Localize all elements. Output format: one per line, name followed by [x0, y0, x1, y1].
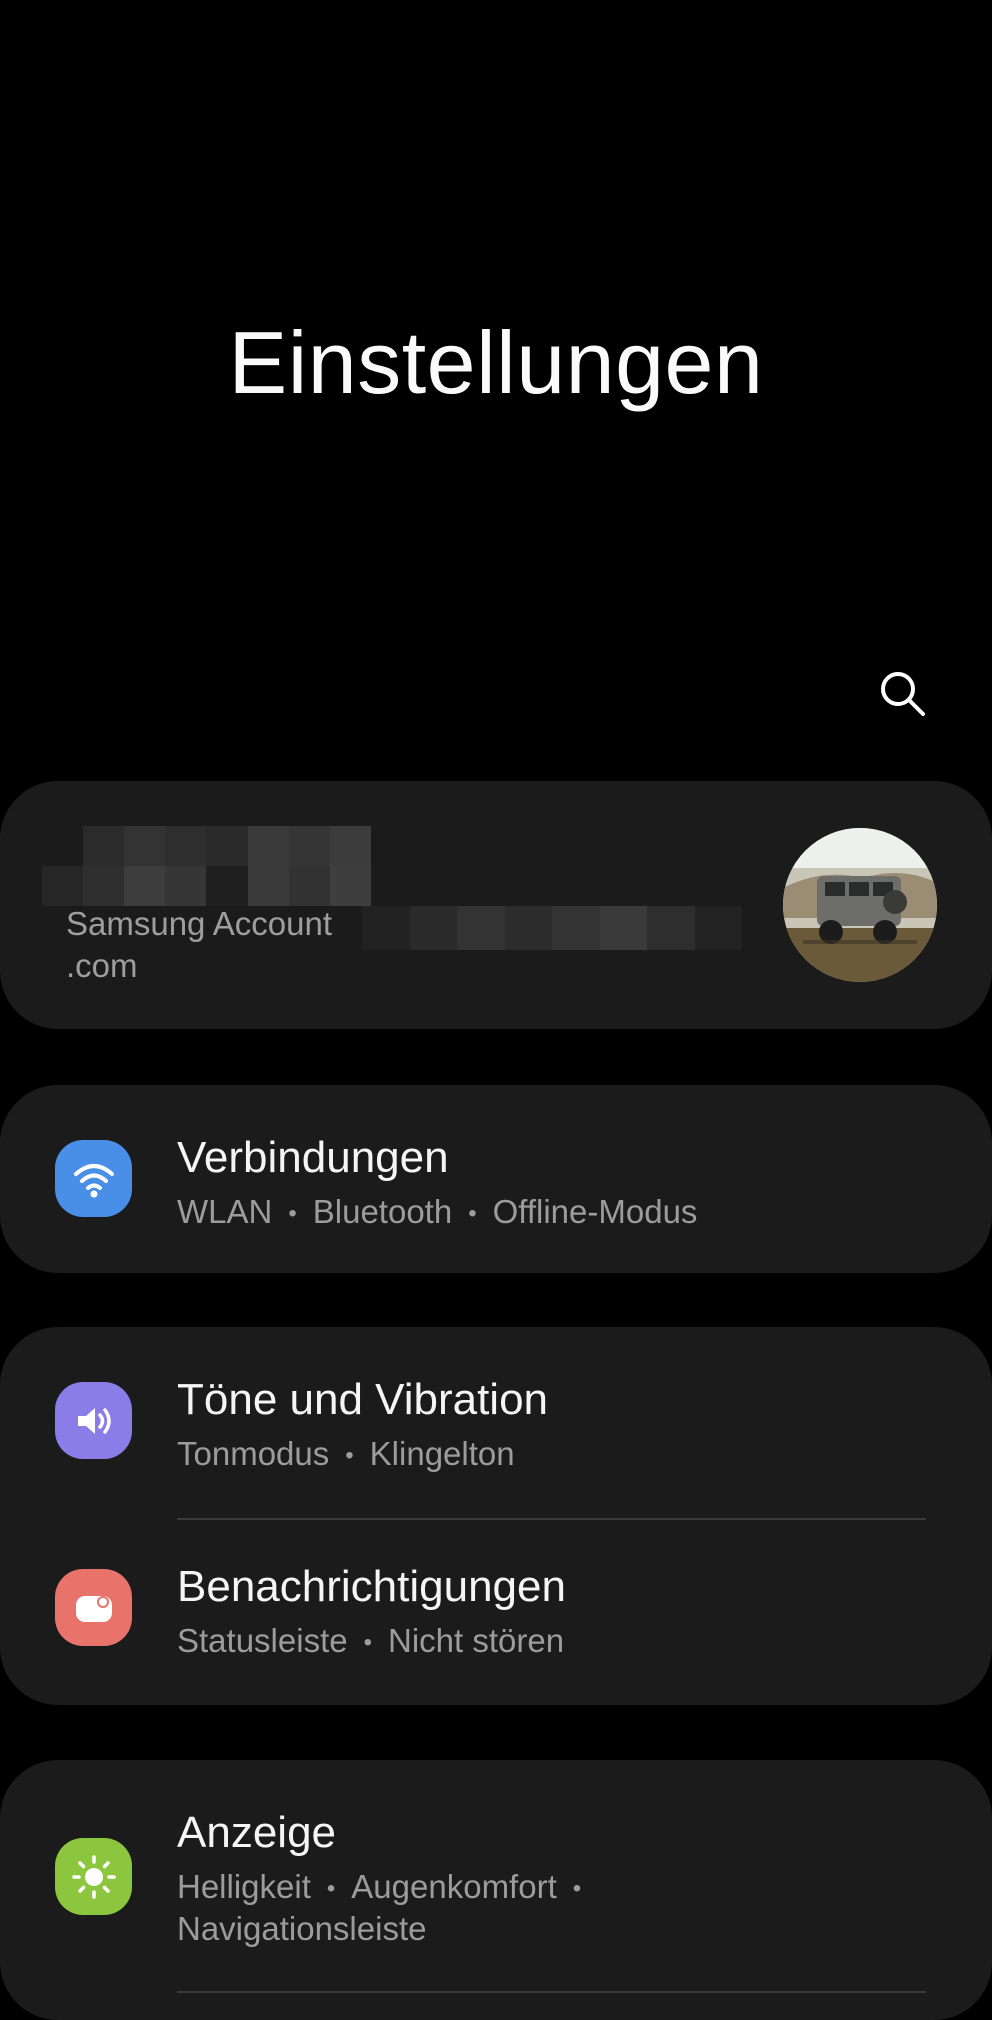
page-title: Einstellungen — [228, 313, 764, 412]
row-title: Anzeige — [177, 1808, 337, 1857]
subtitle-part: Bluetooth — [312, 1193, 453, 1230]
row-subtitle: Statusleiste • Nicht stören — [177, 1622, 565, 1659]
display-card: Anzeige Helligkeit • Augenkomfort • Navigat… — [0, 1760, 992, 2020]
account-label: Samsung Account — [66, 905, 332, 942]
sound-notifications-card: Töne und Vibration Tonmodus • Klingelton B… — [0, 1327, 992, 1705]
account-email: .com — [66, 947, 138, 984]
wifi-icon — [55, 1140, 132, 1217]
account-subtitle: Samsung Account .com — [66, 903, 332, 987]
subtitle-part: Offline-Modus — [492, 1193, 698, 1230]
connections-card: Verbindungen WLAN • Bluetooth • Offline-Modu… — [0, 1085, 992, 1273]
subtitle-part: WLAN — [177, 1193, 273, 1230]
row-title: Töne und Vibration — [177, 1375, 549, 1424]
volume-icon — [55, 1382, 132, 1459]
subtitle-part: Nicht stören — [388, 1622, 565, 1659]
row-subtitle: WLAN • Bluetooth • Offline-Modus — [177, 1193, 698, 1230]
row-subtitle-line2: Navigationsleiste — [177, 1908, 426, 1950]
subtitle-part: Tonmodus — [177, 1435, 330, 1472]
row-subtitle: Helligkeit • Augenkomfort • — [177, 1868, 582, 1905]
subtitle-part: Helligkeit — [177, 1868, 311, 1905]
search-icon — [881, 672, 925, 716]
profile-photo — [783, 828, 937, 982]
brightness-icon — [55, 1838, 132, 1915]
redacted-account-email — [362, 906, 742, 950]
row-title: Benachrichtigungen — [177, 1562, 566, 1611]
settings-item-benachrichtigungen[interactable]: Benachrichtigungen Statusleiste • Nicht st… — [0, 1520, 992, 1705]
subtitle-part: Navigationsleiste — [177, 1910, 427, 1947]
samsung-account-card[interactable]: Samsung Account .com — [0, 781, 992, 1029]
subtitle-part: Klingelton — [369, 1435, 515, 1472]
subtitle-part: Augenkomfort — [351, 1868, 557, 1905]
settings-item-verbindungen[interactable]: Verbindungen WLAN • Bluetooth • Offline-Modu… — [0, 1085, 992, 1273]
avatar[interactable] — [783, 828, 937, 982]
settings-item-anzeige[interactable]: Anzeige Helligkeit • Augenkomfort • Navigat… — [0, 1760, 992, 1990]
redacted-account-name — [42, 826, 412, 906]
divider — [177, 1991, 926, 1993]
settings-item-toene-vibration[interactable]: Töne und Vibration Tonmodus • Klingelton — [0, 1327, 992, 1517]
row-subtitle: Tonmodus • Klingelton — [177, 1435, 515, 1472]
notification-icon — [55, 1569, 132, 1646]
search-button[interactable] — [873, 664, 933, 724]
row-title: Verbindungen — [177, 1133, 449, 1182]
subtitle-part: Statusleiste — [177, 1622, 348, 1659]
